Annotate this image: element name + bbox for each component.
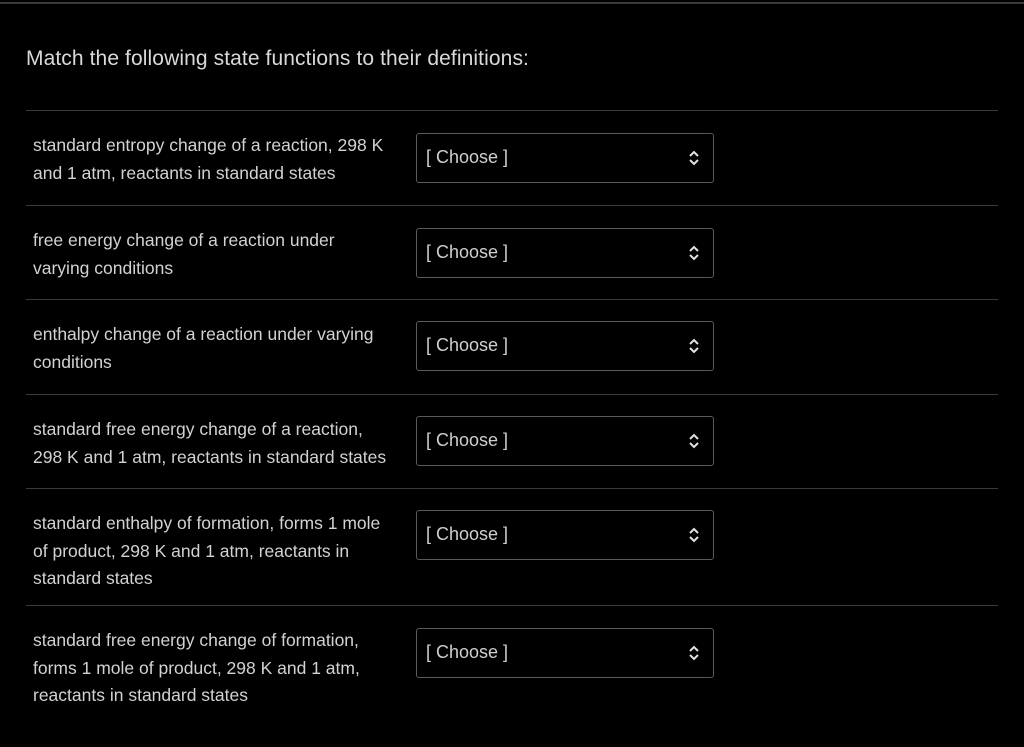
- select-value: [ Choose ]: [426, 242, 509, 262]
- up-down-chevron-icon: [689, 245, 699, 261]
- definition-line: 298 K and 1 atm, reactants in standard s…: [33, 446, 387, 467]
- definition-text: standard free energy change of a reactio…: [33, 416, 411, 471]
- question-prompt: Match the following state functions to t…: [26, 47, 529, 70]
- answer-select[interactable]: [ Choose ]: [416, 133, 714, 183]
- up-down-chevron-icon: [689, 645, 699, 661]
- select-value: [ Choose ]: [426, 147, 509, 167]
- definition-line: standard entropy change of a reaction, 2…: [33, 135, 384, 155]
- definition-line: of product, 298 K and 1 atm, reactants i…: [33, 540, 350, 561]
- select-value: [ Choose ]: [426, 430, 509, 450]
- answer-select[interactable]: [ Choose ]: [416, 510, 714, 560]
- match-list: standard entropy change of a reaction, 2…: [26, 110, 998, 722]
- answer-select[interactable]: [ Choose ]: [416, 628, 714, 678]
- definition-text: free energy change of a reaction under v…: [33, 227, 411, 282]
- select-value: [ Choose ]: [426, 335, 509, 355]
- definition-line: varying conditions: [33, 257, 174, 278]
- match-row: standard free energy change of formation…: [26, 605, 998, 722]
- top-divider: [0, 2, 1024, 4]
- match-row: standard enthalpy of formation, forms 1 …: [26, 488, 998, 605]
- definition-text: standard enthalpy of formation, forms 1 …: [33, 510, 411, 593]
- definition-line: standard free energy change of a reactio…: [33, 419, 363, 439]
- select-value: [ Choose ]: [426, 524, 509, 544]
- definition-line: conditions: [33, 351, 112, 372]
- answer-select[interactable]: [ Choose ]: [416, 321, 714, 371]
- match-row: standard free energy change of a reactio…: [26, 394, 998, 488]
- match-row: free energy change of a reaction under v…: [26, 205, 998, 299]
- definition-text: standard free energy change of formation…: [33, 627, 411, 710]
- up-down-chevron-icon: [689, 527, 699, 543]
- definition-line: reactants in standard states: [33, 685, 248, 705]
- up-down-chevron-icon: [689, 338, 699, 354]
- definition-line: standard free energy change of formation…: [33, 630, 359, 650]
- answer-select[interactable]: [ Choose ]: [416, 416, 714, 466]
- definition-line: and 1 atm, reactants in standard states: [33, 162, 336, 183]
- definition-line: enthalpy change of a reaction under vary…: [33, 324, 374, 344]
- select-value: [ Choose ]: [426, 642, 509, 662]
- definition-text: enthalpy change of a reaction under vary…: [33, 321, 411, 376]
- match-row: enthalpy change of a reaction under vary…: [26, 299, 998, 394]
- definition-line: free energy change of a reaction under: [33, 230, 335, 250]
- definition-text: standard entropy change of a reaction, 2…: [33, 132, 411, 187]
- answer-select[interactable]: [ Choose ]: [416, 228, 714, 278]
- up-down-chevron-icon: [689, 433, 699, 449]
- definition-line: standard states: [33, 568, 153, 588]
- definition-line: forms 1 mole of product, 298 K and 1 atm…: [33, 657, 360, 678]
- definition-line: standard enthalpy of formation, forms 1 …: [33, 513, 381, 533]
- match-row: standard entropy change of a reaction, 2…: [26, 110, 998, 205]
- up-down-chevron-icon: [689, 150, 699, 166]
